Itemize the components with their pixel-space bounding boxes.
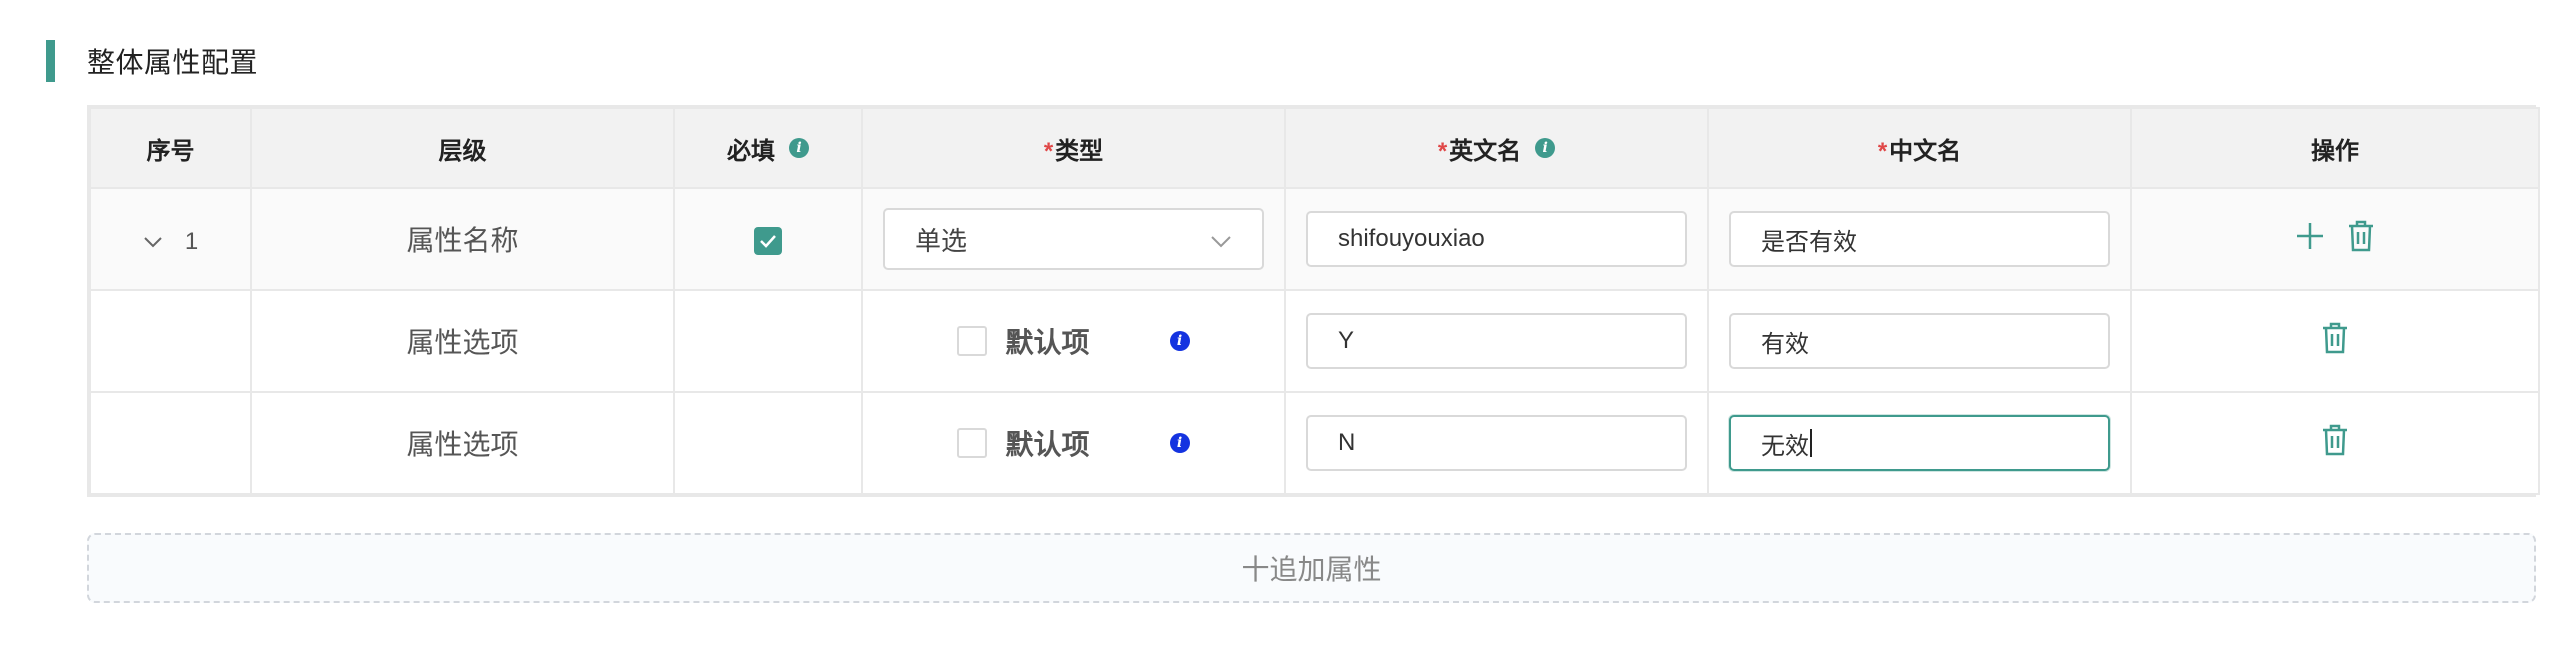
table-row: 属性选项 默认项 i Y 有效 [89,289,2540,393]
trash-icon[interactable] [2321,322,2349,354]
default-label: 默认项 [1005,429,1090,460]
text-caret [1810,429,1812,457]
section-header: 整体属性配置 [46,40,258,82]
default-label: 默认项 [1005,327,1090,358]
en-name-cell: N [1284,391,1709,495]
level-cell: 属性选项 [250,289,675,393]
en-name-value: N [1338,429,1356,456]
info-icon[interactable]: i [789,138,809,158]
cn-name-cell: 有效 [1707,289,2132,393]
header-en-name-label: 英文名 [1449,137,1522,165]
required-cell [673,187,863,291]
default-cell: 默认项 i [861,289,1286,393]
type-select-value: 单选 [915,225,968,256]
type-cell: 单选 [861,187,1286,291]
header-required-label: 必填 [727,137,775,165]
plus-icon[interactable] [2295,221,2325,251]
trash-icon[interactable] [2321,424,2349,456]
en-name-cell: Y [1284,289,1709,393]
cn-name-input[interactable]: 无效 [1729,415,2110,471]
header-seq: 序号 [89,107,252,189]
info-icon[interactable]: i [1535,138,1556,158]
cn-name-cell: 是否有效 [1707,187,2132,291]
seq-cell: 1 [89,187,252,291]
header-cn-name: *中文名 [1707,107,2132,189]
seq-number: 1 [184,227,199,255]
table-row: 1 属性名称 单选 shifouyouxiao 是否有效 [89,187,2540,291]
cn-name-cell: 无效 [1707,391,2132,495]
en-name-input[interactable]: shifouyouxiao [1306,211,1687,267]
cn-name-value: 有效 [1761,330,1809,358]
actions-cell [2130,187,2540,291]
section-accent-bar [46,40,55,82]
required-cell [673,289,863,393]
check-icon [760,234,776,248]
trash-icon[interactable] [2347,220,2375,252]
info-icon[interactable]: i [1169,331,1190,351]
header-actions: 操作 [2130,107,2540,189]
type-select[interactable]: 单选 [883,208,1264,270]
header-en-name: *英文名 i [1284,107,1709,189]
seq-cell [89,289,252,393]
en-name-input[interactable]: N [1306,415,1687,471]
page-root: 整体属性配置 序号 层级 必填 i *类型 *英文名 i *中文名 操作 1 属… [0,0,2564,652]
add-attribute-label: 十追加属性 [1241,554,1382,585]
header-level: 层级 [250,107,675,189]
chevron-down-icon[interactable] [143,236,163,248]
cn-name-input[interactable]: 是否有效 [1729,211,2110,267]
en-name-value: Y [1338,327,1355,354]
actions-cell [2130,391,2540,495]
cn-name-value: 无效 [1761,432,1809,460]
required-checkbox[interactable] [754,226,782,255]
required-cell [673,391,863,495]
header-required: 必填 i [673,107,863,189]
header-cn-name-label: 中文名 [1889,137,1962,165]
table-row: 属性选项 默认项 i N 无效 [89,391,2540,495]
required-star: * [1437,137,1448,165]
en-name-value: shifouyouxiao [1338,225,1485,252]
en-name-input[interactable]: Y [1306,313,1687,369]
add-attribute-button[interactable]: 十追加属性 [87,533,2536,603]
required-star: * [1877,137,1888,165]
default-cell: 默认项 i [861,391,1286,495]
level-cell: 属性选项 [250,391,675,495]
actions-cell [2130,289,2540,393]
table-header-row: 序号 层级 必填 i *类型 *英文名 i *中文名 操作 [89,107,2540,189]
section-title: 整体属性配置 [87,47,259,78]
cn-name-value: 是否有效 [1761,228,1857,256]
required-star: * [1043,137,1054,165]
header-type-label: 类型 [1055,137,1104,165]
header-type: *类型 [861,107,1286,189]
info-icon[interactable]: i [1169,433,1190,453]
chevron-down-icon [1210,224,1232,255]
cn-name-input[interactable]: 有效 [1729,313,2110,369]
default-checkbox[interactable] [957,428,988,458]
attribute-table: 序号 层级 必填 i *类型 *英文名 i *中文名 操作 1 属性名称 单选 … [87,105,2540,497]
en-name-cell: shifouyouxiao [1284,187,1709,291]
seq-cell [89,391,252,495]
default-checkbox[interactable] [957,326,988,356]
level-cell: 属性名称 [250,187,675,291]
